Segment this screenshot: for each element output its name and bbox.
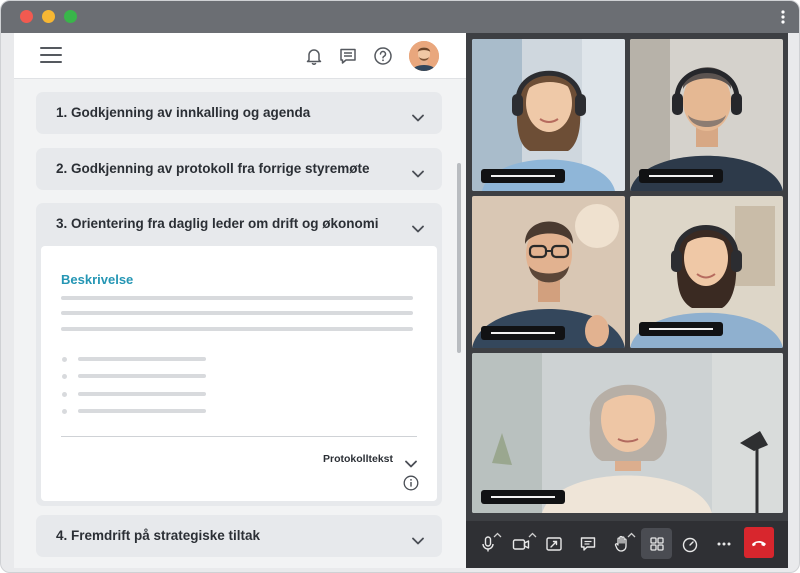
minimize-window-button[interactable] <box>42 10 55 23</box>
agenda-pane: 1. Godkjenning av innkalling og agenda 2… <box>14 33 466 568</box>
participant-name-label <box>481 490 565 504</box>
microphone-menu-caret-icon[interactable] <box>493 525 502 538</box>
chevron-down-icon[interactable] <box>412 532 424 545</box>
agenda-item[interactable]: 2. Godkjenning av protokoll fra forrige … <box>36 148 442 190</box>
list-placeholder-line <box>78 357 206 361</box>
hang-up-icon <box>752 541 766 547</box>
user-avatar[interactable] <box>409 41 439 71</box>
hang-up-button[interactable] <box>744 527 774 558</box>
raise-hand-menu-caret-icon[interactable] <box>627 525 636 538</box>
bullet-icon <box>62 392 67 397</box>
window-titlebar <box>1 1 799 33</box>
bell-icon[interactable] <box>304 46 324 66</box>
chat-icon[interactable] <box>338 46 358 66</box>
app-window: 1. Godkjenning av innkalling og agenda 2… <box>0 0 800 573</box>
list-placeholder-line <box>78 374 206 378</box>
share-screen-icon[interactable] <box>543 533 565 555</box>
agenda-scrollbar[interactable] <box>457 163 461 353</box>
agenda-item[interactable]: 1. Godkjenning av innkalling og agenda <box>36 92 442 134</box>
text-placeholder-line <box>61 296 413 300</box>
divider <box>61 436 417 437</box>
participant-video-tile[interactable] <box>630 39 783 191</box>
call-controls-bar <box>466 521 788 568</box>
list-placeholder-line <box>78 409 206 413</box>
info-icon[interactable] <box>403 475 419 491</box>
agenda-item-title: 1. Godkjenning av innkalling og agenda <box>56 105 311 120</box>
chevron-down-icon[interactable] <box>412 109 424 122</box>
performance-icon[interactable] <box>679 533 701 555</box>
list-placeholder-line <box>78 392 206 396</box>
video-call-pane <box>466 33 788 568</box>
text-placeholder-line <box>61 311 413 315</box>
participant-name-label <box>639 322 723 336</box>
help-circle-icon[interactable] <box>373 46 393 66</box>
participant-name-label <box>481 169 565 183</box>
grid-view-icon[interactable] <box>646 533 668 555</box>
participant-name-label <box>639 169 723 183</box>
bullet-icon <box>62 409 67 414</box>
agenda-item[interactable]: 4. Fremdrift på strategiske tiltak <box>36 515 442 557</box>
agenda-detail-card: Beskrivelse Protokolltekst <box>41 246 437 501</box>
camera-menu-caret-icon[interactable] <box>528 525 537 538</box>
participant-video-tile[interactable] <box>472 196 625 348</box>
bullet-icon <box>62 357 67 362</box>
kebab-menu-icon[interactable] <box>779 9 787 25</box>
close-window-button[interactable] <box>20 10 33 23</box>
chevron-down-icon[interactable] <box>412 220 424 233</box>
participant-video-tile[interactable] <box>472 39 625 191</box>
description-heading: Beskrivelse <box>61 272 134 287</box>
chevron-down-icon[interactable] <box>405 455 417 468</box>
participant-video-tile-featured[interactable] <box>472 353 783 513</box>
hamburger-icon[interactable] <box>40 47 62 63</box>
participant-video-tile[interactable] <box>630 196 783 348</box>
agenda-item-title: 4. Fremdrift på strategiske tiltak <box>56 528 261 543</box>
more-icon[interactable] <box>713 533 735 555</box>
top-toolbar <box>14 33 466 79</box>
agenda-item-title: 3. Orientering fra daglig leder om drift… <box>56 216 379 231</box>
chevron-down-icon[interactable] <box>412 165 424 178</box>
participant-name-label <box>481 326 565 340</box>
protocol-text-toggle[interactable]: Protokolltekst <box>323 453 393 465</box>
agenda-item-title: 2. Godkjenning av protokoll fra forrige … <box>56 161 370 176</box>
maximize-window-button[interactable] <box>64 10 77 23</box>
bullet-icon <box>62 374 67 379</box>
chat-icon[interactable] <box>577 533 599 555</box>
text-placeholder-line <box>61 327 413 331</box>
